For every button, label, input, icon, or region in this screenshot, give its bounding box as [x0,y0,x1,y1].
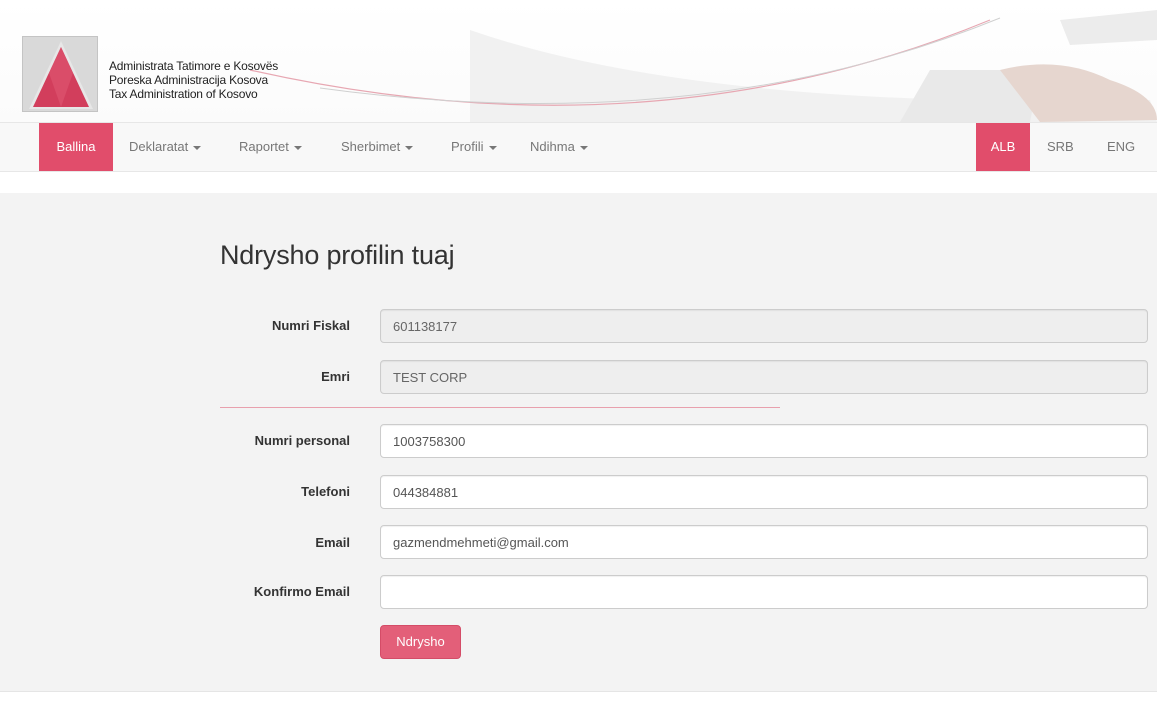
personal-number-field[interactable] [380,424,1148,458]
caret-down-icon [579,145,588,150]
section-divider [220,407,780,408]
language-label: SRB [1047,139,1074,154]
caret-down-icon [405,145,414,150]
language-eng[interactable]: ENG [1107,123,1135,171]
nav-item-raportet[interactable]: Raportet [239,123,302,171]
caret-down-icon [293,145,302,150]
confirm-email-label: Konfirmo Email [253,584,350,599]
nav-item-deklaratat[interactable]: Deklaratat [129,123,202,171]
nav-item-profili[interactable]: Profili [451,123,497,171]
language-label: ALB [990,139,1016,154]
organization-names: Administrata Tatimore e Kosovës Poreska … [109,59,278,101]
fiscal-number-field [380,309,1148,343]
submit-button[interactable]: Ndrysho [380,625,461,659]
logo[interactable] [22,36,98,112]
nav-item-label: Deklaratat [129,139,189,154]
email-field[interactable] [380,525,1148,559]
org-name-albanian: Administrata Tatimore e Kosovës [109,59,278,73]
nav-item-ndihma[interactable]: Ndihma [530,123,588,171]
name-field [380,360,1148,394]
caret-down-icon [488,145,497,150]
nav-item-ballina[interactable]: Ballina [39,123,113,171]
red-triangle-logo-icon [29,41,93,109]
nav-item-sherbimet[interactable]: Sherbimet [341,123,414,171]
language-srb[interactable]: SRB [1047,123,1074,171]
phone-field[interactable] [380,475,1148,509]
site-header: Administrata Tatimore e Kosovës Poreska … [0,0,1157,122]
profile-form-panel: Ndrysho profilin tuaj Numri Fiskal Emri … [0,193,1157,692]
confirm-email-field[interactable] [380,575,1148,609]
nav-item-label: Ndihma [530,139,575,154]
page-title: Ndrysho profilin tuaj [220,240,455,270]
main-navbar: Ballina Deklaratat Raportet Sherbimet Pr… [0,122,1157,172]
nav-item-label: Ballina [56,139,96,154]
language-label: ENG [1107,139,1136,154]
personal-number-label: Numri personal [254,433,350,448]
nav-item-label: Sherbimet [341,139,401,154]
org-name-english: Tax Administration of Kosovo [109,87,258,101]
caret-down-icon [193,145,202,150]
phone-label: Telefoni [301,484,350,499]
email-label: Email [315,535,350,550]
nav-item-label: Raportet [239,139,289,154]
nav-item-label: Profili [451,139,484,154]
language-alb[interactable]: ALB [976,123,1030,171]
org-name-serbian: Poreska Administracija Kosova [109,73,268,87]
name-label: Emri [321,369,350,384]
fiscal-number-label: Numri Fiskal [271,318,350,333]
